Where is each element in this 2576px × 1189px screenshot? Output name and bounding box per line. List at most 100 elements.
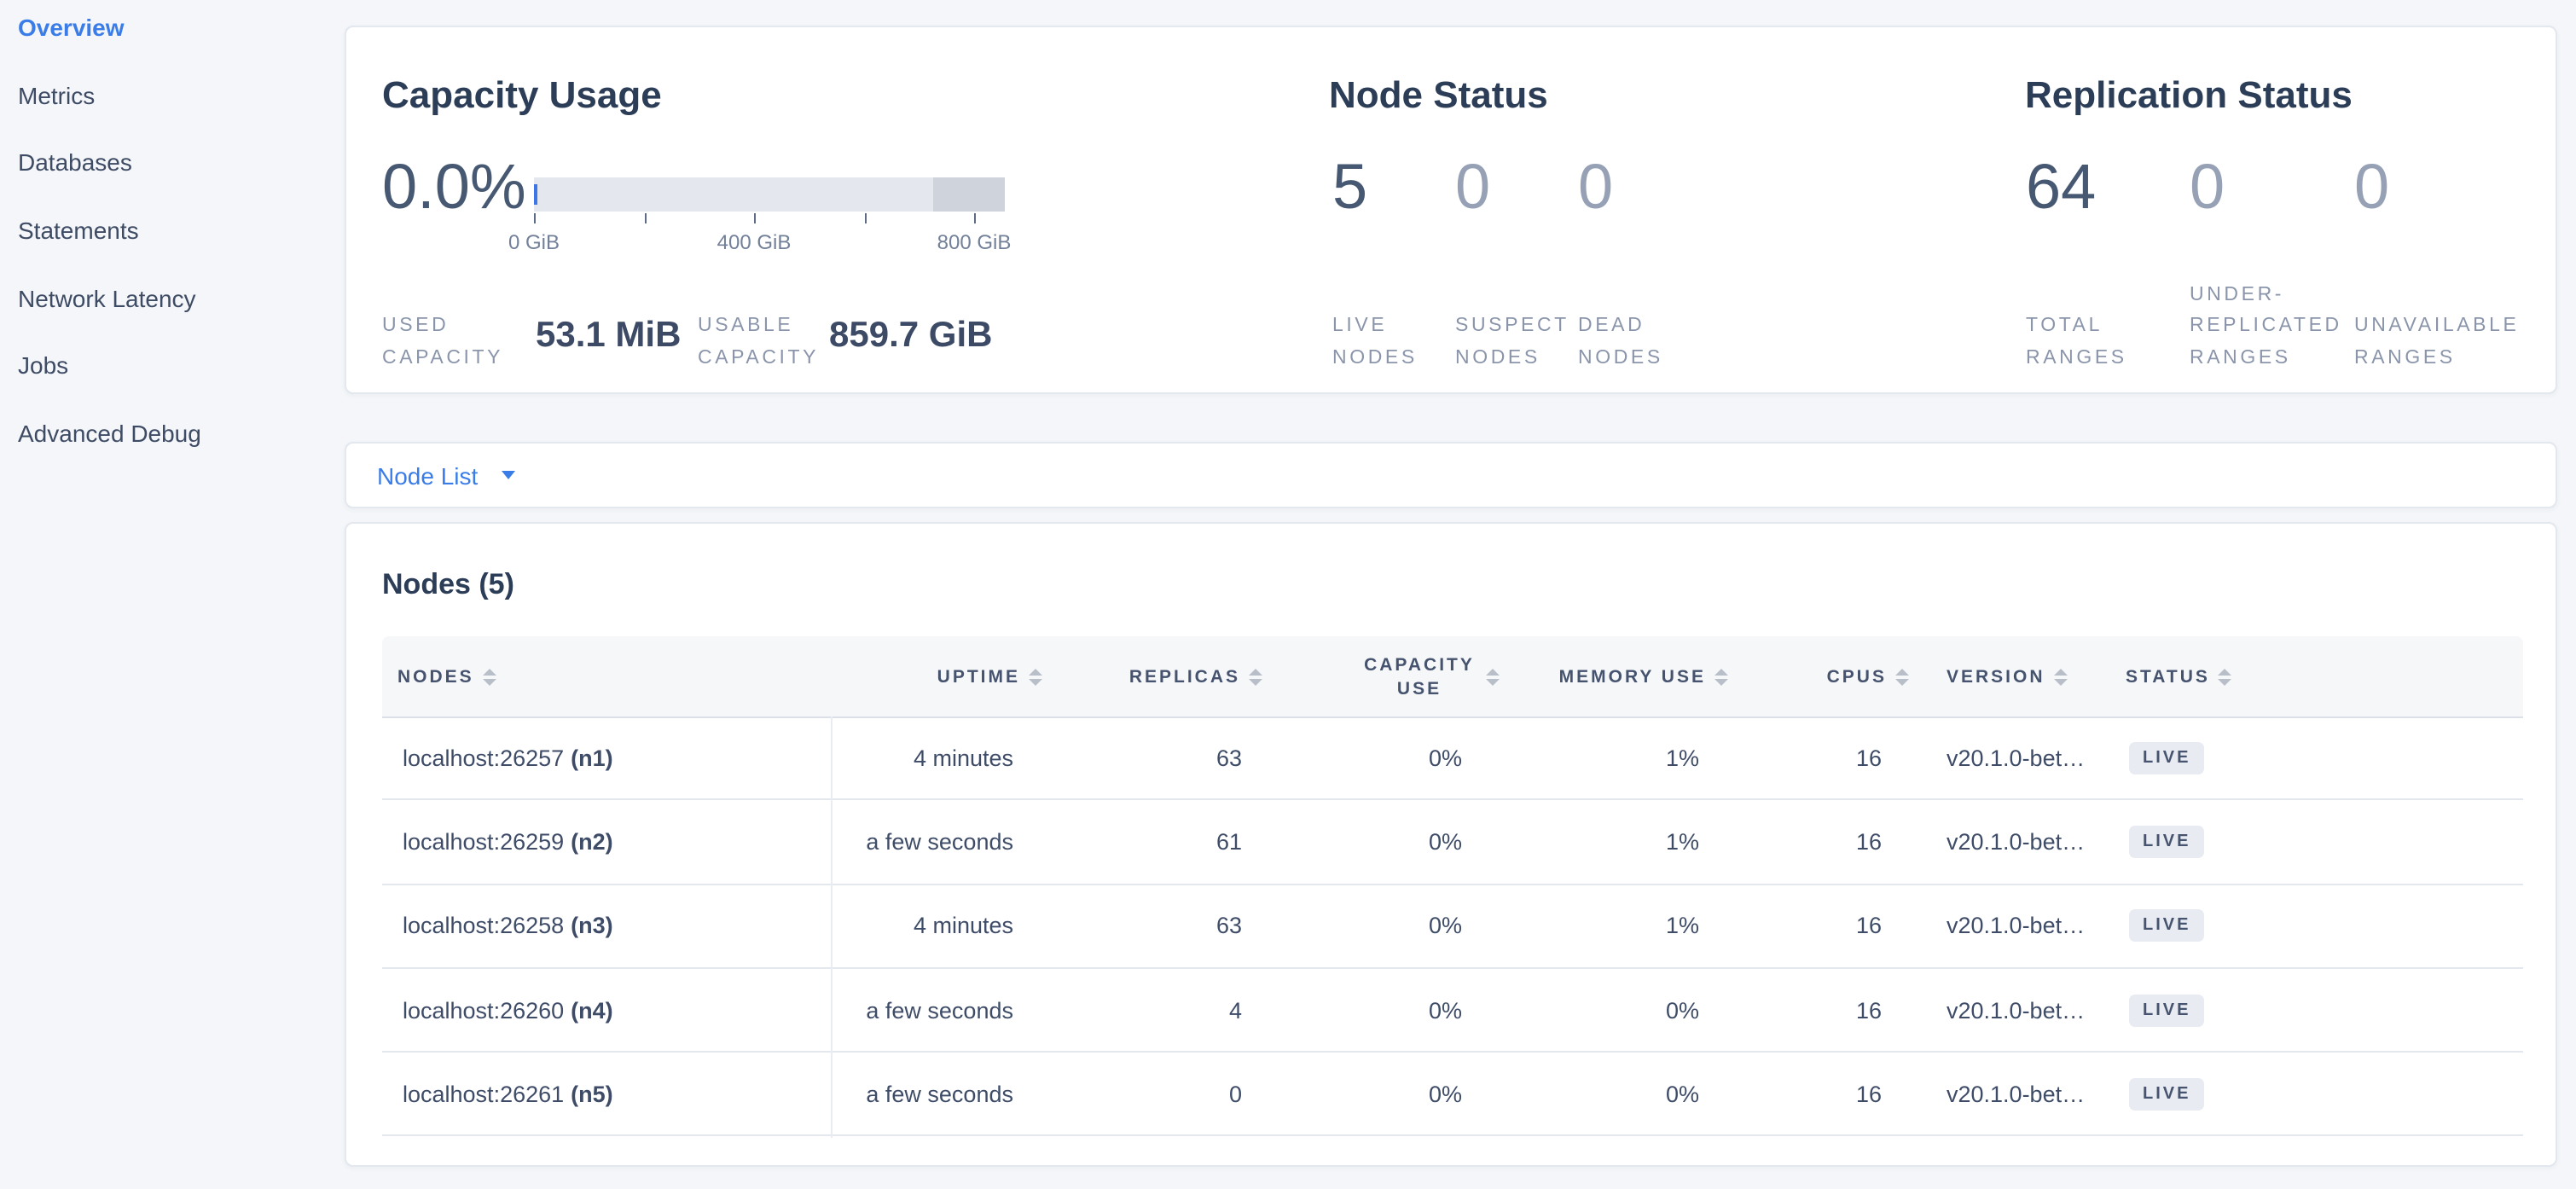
node-address: localhost:26257 xyxy=(403,745,564,770)
memory-use-cell: 1% xyxy=(1508,801,1699,884)
sort-arrows-icon[interactable] xyxy=(1029,668,1042,685)
column-header-nodes[interactable]: NODES xyxy=(397,636,602,716)
table-row[interactable]: localhost:26259(n2)a few seconds610%1%16… xyxy=(382,801,2523,885)
capacity-use-cell: 0% xyxy=(1303,884,1462,967)
capacity-bar-axis: 0 GiB400 GiB800 GiB xyxy=(533,213,1006,264)
capacity-bar-gauge xyxy=(533,177,1005,212)
node-address-cell[interactable]: localhost:26259 (n2) xyxy=(403,801,812,884)
capacity-use-cell: 0% xyxy=(1303,1053,1462,1135)
nodes-table-card: Nodes (5) NODES UPTIME REPLICAS CAPACITY US… xyxy=(345,522,2557,1167)
sidebar-item-databases[interactable]: Databases xyxy=(0,129,345,196)
column-header-label: CAPACITY USE xyxy=(1361,652,1477,700)
sidebar-item-jobs[interactable]: Jobs xyxy=(0,332,345,399)
node-address: localhost:26258 xyxy=(403,913,564,938)
node-id: (n4) xyxy=(571,997,613,1023)
metric-value: 0 xyxy=(2354,150,2389,225)
sidebar-item-advanced-debug[interactable]: Advanced Debug xyxy=(0,399,345,467)
axis-tick-label: 400 GiB xyxy=(703,230,805,254)
column-header-label: CPUS xyxy=(1827,666,1887,687)
node-address: localhost:26260 xyxy=(403,997,564,1023)
sidebar-item-statements[interactable]: Statements xyxy=(0,196,345,264)
version-cell: v20.1.0-bet… xyxy=(1947,716,2103,799)
uptime-cell: 4 minutes xyxy=(792,884,1013,967)
replicas-cell: 63 xyxy=(1099,716,1242,799)
admin-ui-page: OverviewMetricsDatabasesStatementsNetwor… xyxy=(0,0,2576,1189)
sort-arrows-icon[interactable] xyxy=(2219,668,2232,685)
metric-value: 5 xyxy=(1332,150,1367,225)
replicas-cell: 4 xyxy=(1099,969,1242,1052)
column-header-version[interactable]: VERSION xyxy=(1947,636,2134,716)
table-row[interactable]: localhost:26257(n1)4 minutes630%1%16v20.… xyxy=(382,716,2523,801)
table-row[interactable]: localhost:26260(n4)a few seconds40%0%16v… xyxy=(382,969,2523,1053)
node-address: localhost:26261 xyxy=(403,1082,564,1107)
node-id: (n1) xyxy=(571,745,613,770)
sort-arrows-icon[interactable] xyxy=(483,668,496,685)
capacity-bar-used-indicator xyxy=(533,184,537,205)
nodes-table-body: localhost:26257(n1)4 minutes630%1%16v20.… xyxy=(382,716,2523,1137)
sort-arrows-icon[interactable] xyxy=(1895,668,1909,685)
cpus-cell: 16 xyxy=(1747,884,1882,967)
nodes-column-divider xyxy=(831,716,833,1137)
node-address-cell[interactable]: localhost:26257 (n1) xyxy=(403,716,812,799)
sort-arrows-icon[interactable] xyxy=(1714,668,1728,685)
column-header-uptime[interactable]: UPTIME xyxy=(775,636,1042,716)
status-cell: LIVE xyxy=(2129,884,2317,967)
replication-status-title: Replication Status xyxy=(2025,73,2353,118)
memory-use-cell: 0% xyxy=(1508,969,1699,1052)
node-list-dropdown[interactable]: Node List xyxy=(377,461,478,489)
table-row[interactable]: localhost:26261(n5)a few seconds00%0%16v… xyxy=(382,1053,2523,1137)
status-cell: LIVE xyxy=(2129,1053,2317,1135)
node-id: (n2) xyxy=(571,829,613,855)
axis-tick xyxy=(974,213,976,223)
cpus-cell: 16 xyxy=(1747,716,1882,799)
column-header-label: VERSION xyxy=(1947,666,2045,687)
capacity-bar-dark-segment xyxy=(933,177,1005,212)
used-capacity-value: 53.1 MiB xyxy=(536,314,681,358)
node-address-cell[interactable]: localhost:26260 (n4) xyxy=(403,969,812,1052)
uptime-cell: a few seconds xyxy=(792,969,1013,1052)
column-header-status[interactable]: STATUS xyxy=(2126,636,2313,716)
metric-label: UNDER-REPLICATED RANGES xyxy=(2190,279,2352,374)
node-id: (n3) xyxy=(571,913,613,938)
memory-use-cell: 1% xyxy=(1508,884,1699,967)
capacity-usage-title: Capacity Usage xyxy=(382,73,662,118)
usable-capacity-value: 859.7 GiB xyxy=(829,314,992,358)
axis-tick xyxy=(864,213,866,223)
axis-tick xyxy=(534,213,536,223)
capacity-use-cell: 0% xyxy=(1303,801,1462,884)
column-header-memory_use[interactable]: MEMORY USE xyxy=(1474,636,1728,716)
status-badge: LIVE xyxy=(2129,909,2204,942)
metric-value: 0 xyxy=(1578,150,1613,225)
version-cell: v20.1.0-bet… xyxy=(1947,1053,2103,1135)
sort-arrows-icon[interactable] xyxy=(2054,668,2068,685)
replicas-cell: 0 xyxy=(1099,1053,1242,1135)
cpus-cell: 16 xyxy=(1747,1053,1882,1135)
sort-arrows-icon[interactable] xyxy=(1249,668,1262,685)
node-address-cell[interactable]: localhost:26258 (n3) xyxy=(403,884,812,967)
version-cell: v20.1.0-bet… xyxy=(1947,801,2103,884)
cpus-cell: 16 xyxy=(1747,801,1882,884)
metric-label: UNAVAILABLE RANGES xyxy=(2354,310,2542,374)
chevron-down-icon[interactable] xyxy=(502,471,515,479)
sidebar-item-network-latency[interactable]: Network Latency xyxy=(0,264,345,332)
capacity-percent: 0.0% xyxy=(382,150,526,225)
metric-label: TOTAL RANGES xyxy=(2026,310,2149,374)
status-cell: LIVE xyxy=(2129,801,2317,884)
node-address-cell[interactable]: localhost:26261(n5) xyxy=(403,1053,812,1135)
status-badge: LIVE xyxy=(2129,741,2204,774)
memory-use-cell: 1% xyxy=(1508,716,1699,799)
column-header-label: MEMORY USE xyxy=(1559,666,1706,687)
status-cell: LIVE xyxy=(2129,716,2317,799)
metric-label: DEAD NODES xyxy=(1578,310,1684,374)
table-row[interactable]: localhost:26258(n3)4 minutes630%1%16v20.… xyxy=(382,884,2523,969)
axis-tick-label: 0 GiB xyxy=(483,230,585,254)
axis-tick xyxy=(644,213,646,223)
column-header-label: NODES xyxy=(397,666,474,687)
sidebar-item-metrics[interactable]: Metrics xyxy=(0,61,345,128)
column-header-replicas[interactable]: REPLICAS xyxy=(1065,636,1262,716)
version-cell: v20.1.0-bet… xyxy=(1947,884,2103,967)
nodes-table-title: Nodes (5) xyxy=(382,568,514,602)
column-header-cpus[interactable]: CPUS xyxy=(1747,636,1909,716)
sidebar-item-overview[interactable]: Overview xyxy=(0,0,345,61)
node-address: localhost:26259 xyxy=(403,829,564,855)
